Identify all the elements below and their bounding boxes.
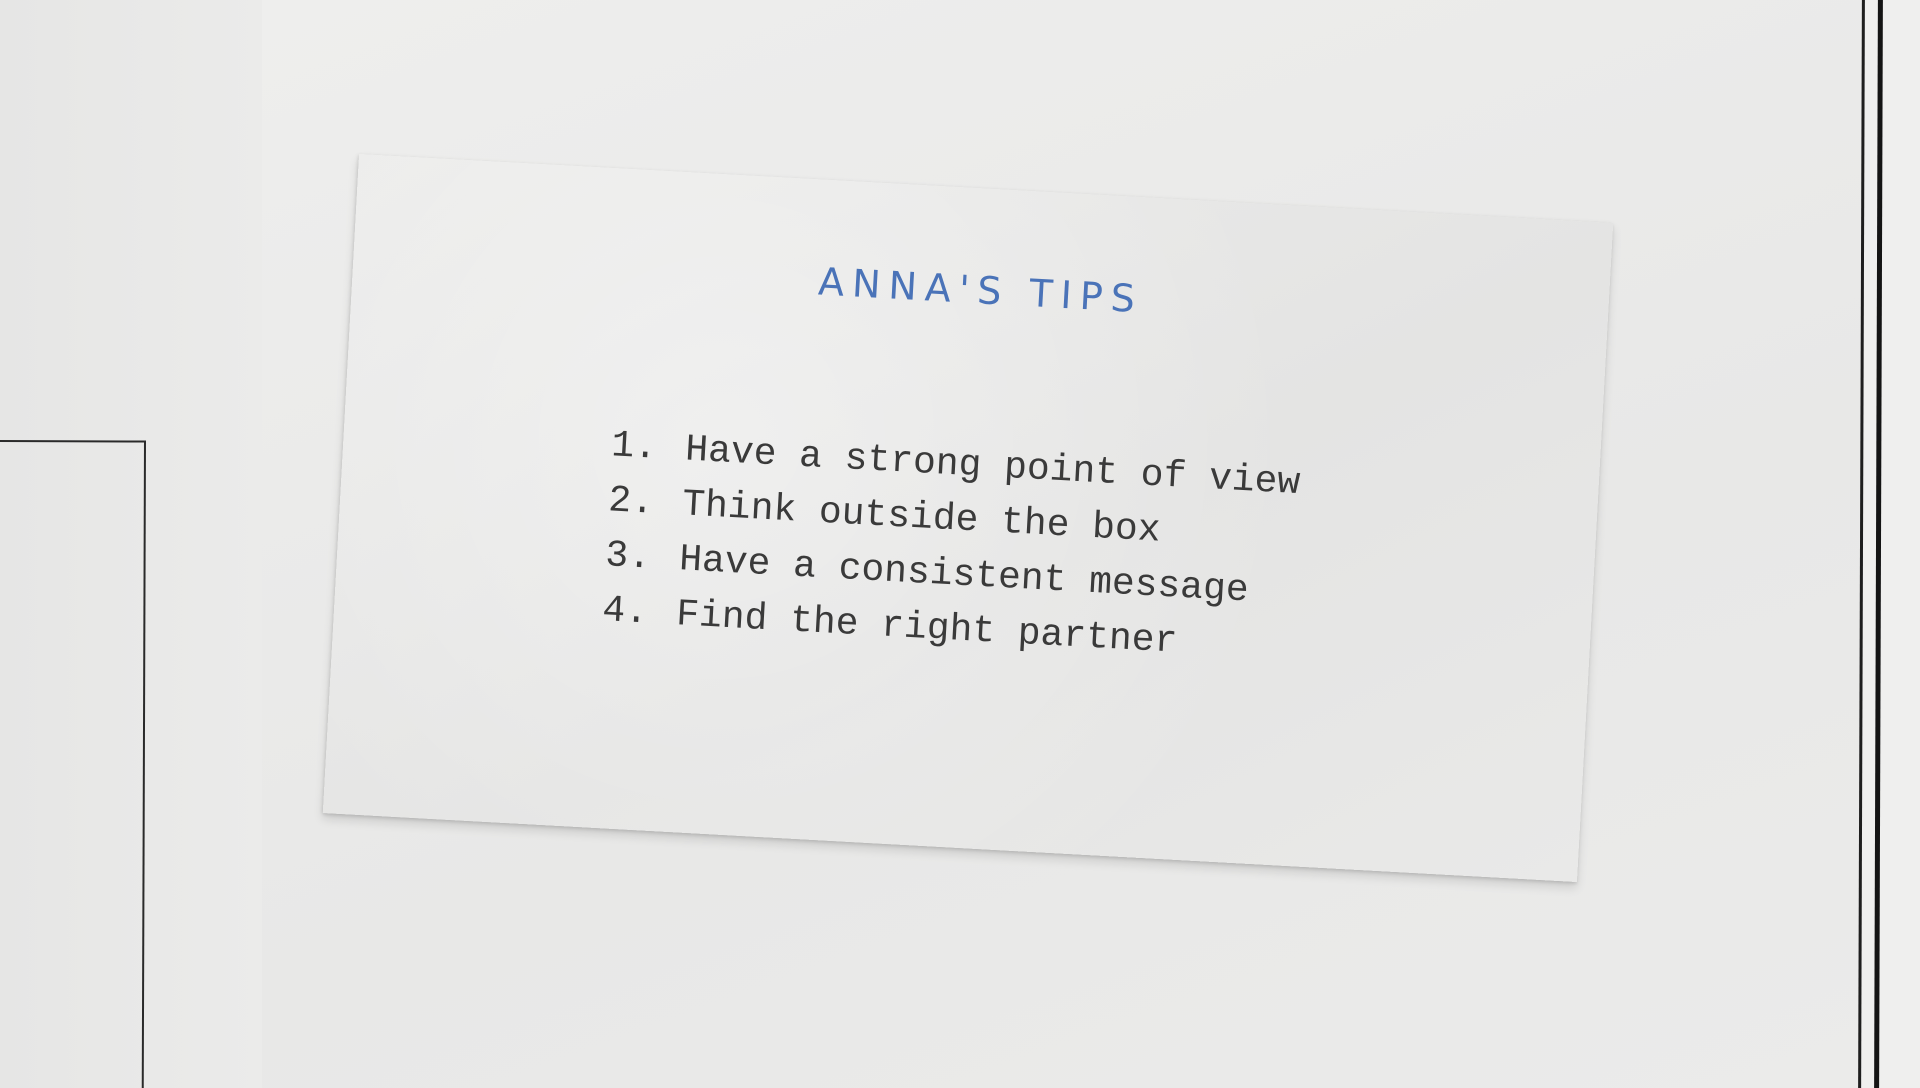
right-paper-sheet [1862,0,1920,1088]
tip-number: 4. [601,589,650,635]
tip-number: 3. [604,534,653,580]
tip-number: 1. [610,424,659,470]
tip-number: 2. [607,479,656,525]
tips-card: ANNA'S TIPS 1. Have a strong point of vie… [322,153,1614,883]
card-title: ANNA'S TIPS [817,259,1144,322]
left-frame-border [0,440,146,1088]
tips-list: 1. Have a strong point of view 2. Think ou… [601,418,1302,676]
